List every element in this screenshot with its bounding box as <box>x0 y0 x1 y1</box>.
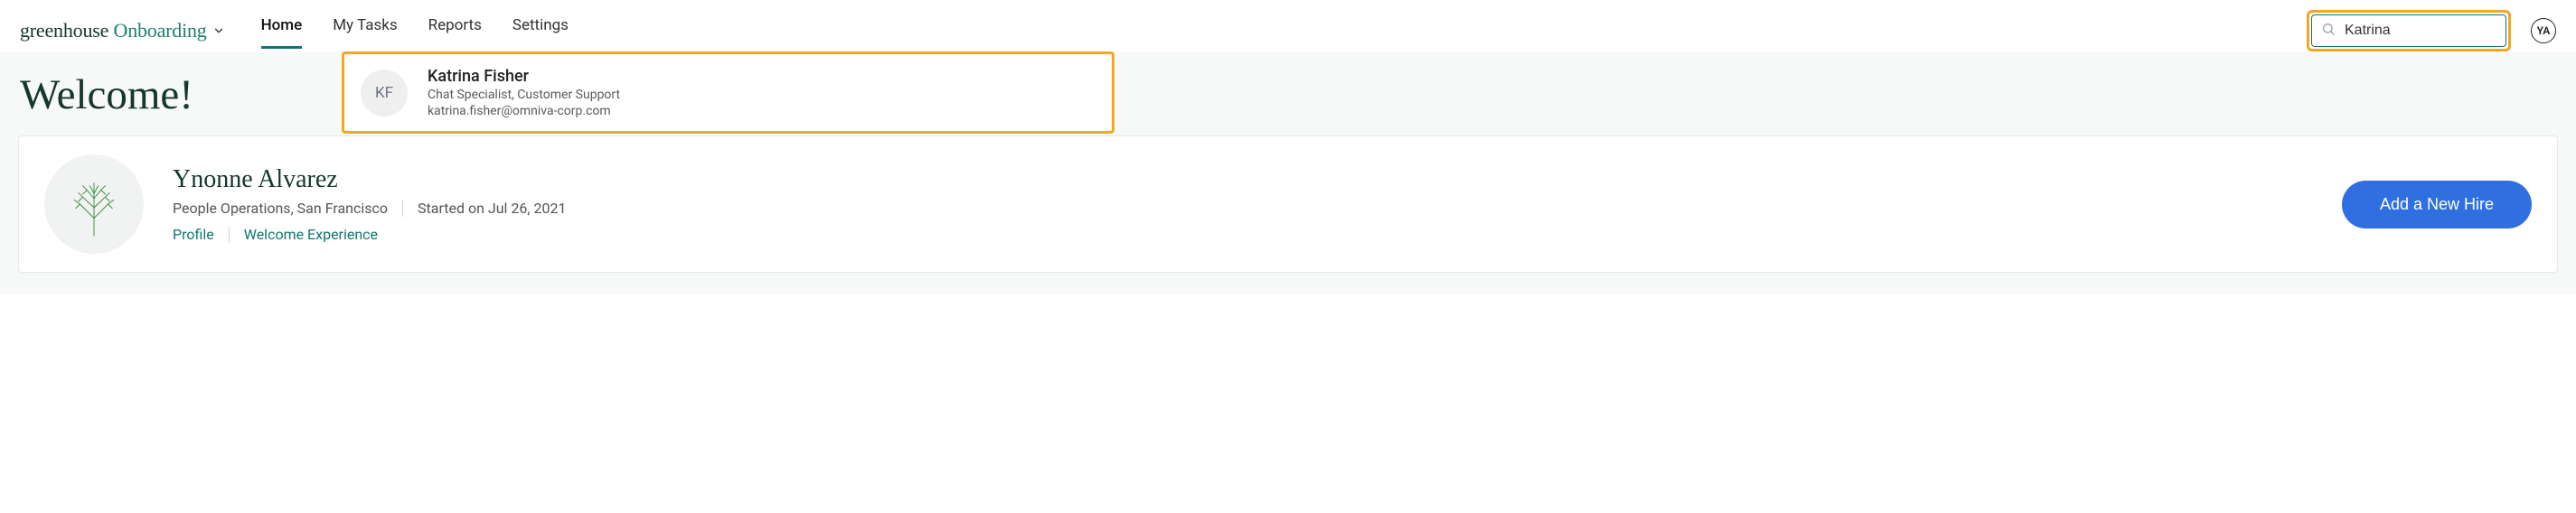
current-user-avatar[interactable]: YA <box>2531 18 2556 43</box>
user-links: Profile Welcome Experience <box>173 226 2313 243</box>
user-avatar-image <box>44 154 144 254</box>
add-new-hire-button[interactable]: Add a New Hire <box>2342 181 2532 229</box>
divider <box>229 227 230 243</box>
user-started: Started on Jul 26, 2021 <box>418 200 566 217</box>
search-icon <box>2321 22 2336 40</box>
search-box[interactable] <box>2311 14 2506 47</box>
profile-link[interactable]: Profile <box>173 226 214 243</box>
nav-my-tasks[interactable]: My Tasks <box>333 13 397 49</box>
plant-icon <box>59 169 129 239</box>
logo-part1: greenhouse <box>20 19 108 42</box>
result-avatar: KF <box>361 70 408 117</box>
search-highlight <box>2307 10 2511 51</box>
user-name: Ynonne Alvarez <box>173 165 2313 194</box>
nav-reports[interactable]: Reports <box>428 13 482 49</box>
product-switcher[interactable]: greenhouse Onboarding <box>20 19 225 42</box>
nav-settings[interactable]: Settings <box>512 13 569 49</box>
user-dept-loc: People Operations, San Francisco <box>173 200 388 217</box>
user-meta: People Operations, San Francisco Started… <box>173 200 2313 217</box>
result-email: katrina.fisher@omniva-corp.com <box>428 104 620 118</box>
search-input[interactable] <box>2345 23 2496 39</box>
result-role: Chat Specialist, Customer Support <box>428 88 620 102</box>
search-result-item[interactable]: KF Katrina Fisher Chat Specialist, Custo… <box>342 51 1114 134</box>
result-info: Katrina Fisher Chat Specialist, Customer… <box>428 67 620 118</box>
welcome-experience-link[interactable]: Welcome Experience <box>244 226 378 243</box>
main-nav: Home My Tasks Reports Settings <box>261 13 569 49</box>
user-card: Ynonne Alvarez People Operations, San Fr… <box>18 135 2558 273</box>
app-header: greenhouse Onboarding Home My Tasks Repo… <box>0 0 2576 52</box>
user-info: Ynonne Alvarez People Operations, San Fr… <box>173 165 2313 243</box>
chevron-down-icon <box>212 24 225 37</box>
nav-home[interactable]: Home <box>261 13 303 49</box>
divider <box>402 201 403 217</box>
result-name: Katrina Fisher <box>428 67 620 86</box>
logo-part2: Onboarding <box>114 19 207 42</box>
